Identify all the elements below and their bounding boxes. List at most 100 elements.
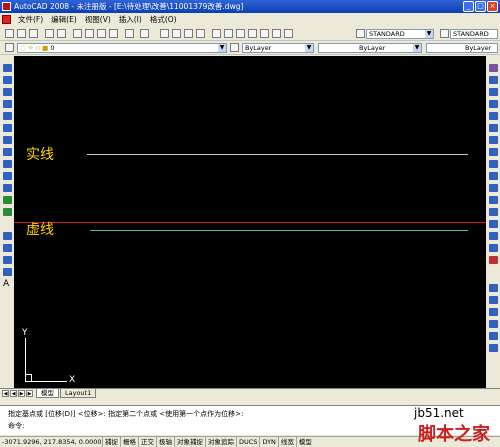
bring-front-icon[interactable] bbox=[489, 296, 498, 304]
linetype-select[interactable]: ByLayer ▼ bbox=[318, 43, 422, 53]
move-icon[interactable] bbox=[489, 124, 498, 132]
match-properties-icon[interactable] bbox=[109, 29, 118, 38]
fillet-icon[interactable] bbox=[489, 244, 498, 252]
tool-palettes-icon[interactable] bbox=[236, 29, 245, 38]
send-back-icon[interactable] bbox=[489, 308, 498, 316]
prev-tab-icon[interactable]: ◀ bbox=[10, 390, 17, 397]
markup-icon[interactable] bbox=[260, 29, 269, 38]
offset-icon[interactable] bbox=[489, 100, 498, 108]
first-tab-icon[interactable]: ◀ bbox=[2, 390, 9, 397]
send-under-icon[interactable] bbox=[489, 332, 498, 340]
grid-toggle[interactable]: 栅格 bbox=[120, 437, 138, 447]
menu-format[interactable]: 格式(O) bbox=[146, 14, 181, 25]
text-style-icon[interactable] bbox=[356, 29, 365, 38]
spline-icon[interactable] bbox=[3, 160, 12, 168]
draw-order-icon[interactable] bbox=[489, 284, 498, 292]
menu-view[interactable]: 视图(V) bbox=[81, 14, 115, 25]
zoom-window-icon[interactable] bbox=[184, 29, 193, 38]
document-icon[interactable] bbox=[2, 15, 11, 24]
text-front-icon[interactable] bbox=[489, 344, 498, 352]
polyline-icon[interactable] bbox=[3, 88, 12, 96]
break-icon[interactable] bbox=[489, 208, 498, 216]
menu-insert[interactable]: 插入(I) bbox=[115, 14, 146, 25]
scale-icon[interactable] bbox=[489, 148, 498, 156]
dim-style-select[interactable]: STANDARD bbox=[450, 29, 498, 39]
circle-icon[interactable] bbox=[3, 136, 12, 144]
layer-select[interactable]: ◌ ☼ ▫ ■ 0 ▼ bbox=[17, 43, 227, 53]
plot-preview-icon[interactable] bbox=[57, 29, 66, 38]
make-block-icon[interactable] bbox=[3, 208, 12, 216]
menu-file[interactable]: 文件(F) bbox=[14, 14, 47, 25]
model-toggle[interactable]: 模型 bbox=[295, 437, 314, 447]
gradient-icon[interactable] bbox=[3, 256, 12, 264]
red-guide-line[interactable] bbox=[14, 222, 486, 223]
construction-line-icon[interactable] bbox=[3, 76, 12, 84]
zoom-previous-icon[interactable] bbox=[196, 29, 205, 38]
open-file-icon[interactable] bbox=[17, 29, 26, 38]
rectangle-icon[interactable] bbox=[3, 112, 12, 120]
chamfer-icon[interactable] bbox=[489, 232, 498, 240]
stretch-icon[interactable] bbox=[489, 160, 498, 168]
tab-model[interactable]: 模型 bbox=[36, 389, 59, 398]
tab-layout1[interactable]: Layout1 bbox=[60, 389, 97, 398]
undo-icon[interactable] bbox=[125, 29, 134, 38]
multiline-text-icon[interactable]: A bbox=[3, 280, 12, 289]
ellipse-arc-icon[interactable] bbox=[3, 184, 12, 192]
ellipse-icon[interactable] bbox=[3, 172, 12, 180]
region-icon[interactable] bbox=[3, 268, 12, 276]
polygon-icon[interactable] bbox=[3, 100, 12, 108]
cut-icon[interactable] bbox=[73, 29, 82, 38]
print-icon[interactable] bbox=[45, 29, 54, 38]
array-icon[interactable] bbox=[489, 112, 498, 120]
text-style-select[interactable]: STANDARD ▼ bbox=[366, 29, 434, 39]
ducs-toggle[interactable]: DUCS bbox=[236, 437, 259, 447]
paste-icon[interactable] bbox=[97, 29, 106, 38]
make-current-icon[interactable] bbox=[230, 43, 239, 52]
close-button[interactable]: × bbox=[487, 1, 498, 12]
explode-icon[interactable] bbox=[489, 256, 498, 264]
lineweight-select[interactable]: ByLayer bbox=[426, 43, 498, 53]
lineweight-toggle[interactable]: 线宽 bbox=[277, 437, 296, 447]
point-icon[interactable] bbox=[3, 232, 12, 240]
pan-icon[interactable] bbox=[160, 29, 169, 38]
new-file-icon[interactable] bbox=[5, 29, 14, 38]
copy-icon[interactable] bbox=[85, 29, 94, 38]
break-at-point-icon[interactable] bbox=[489, 196, 498, 204]
help-icon[interactable] bbox=[284, 29, 293, 38]
mirror-icon[interactable] bbox=[489, 88, 498, 96]
color-select[interactable]: ByLayer ▼ bbox=[242, 43, 314, 53]
arc-icon[interactable] bbox=[3, 124, 12, 132]
insert-block-icon[interactable] bbox=[3, 196, 12, 204]
revision-cloud-icon[interactable] bbox=[3, 148, 12, 156]
trim-icon[interactable] bbox=[489, 172, 498, 180]
properties-icon[interactable] bbox=[212, 29, 221, 38]
rotate-icon[interactable] bbox=[489, 136, 498, 144]
bring-above-icon[interactable] bbox=[489, 320, 498, 328]
drawing-area[interactable]: 实线 虚线 Y X bbox=[14, 56, 486, 388]
dim-style-icon[interactable] bbox=[440, 29, 449, 38]
dashed-line[interactable] bbox=[90, 230, 468, 231]
line-icon[interactable] bbox=[3, 64, 12, 72]
menu-edit[interactable]: 编辑(E) bbox=[47, 14, 81, 25]
extend-icon[interactable] bbox=[489, 184, 498, 192]
design-center-icon[interactable] bbox=[224, 29, 233, 38]
redo-icon[interactable] bbox=[140, 29, 149, 38]
otrack-toggle[interactable]: 对象追踪 bbox=[205, 437, 236, 447]
join-icon[interactable] bbox=[489, 220, 498, 228]
command-prompt[interactable]: 命令: bbox=[8, 421, 24, 431]
solid-line[interactable] bbox=[87, 154, 468, 155]
minimize-button[interactable]: _ bbox=[463, 1, 474, 12]
save-icon[interactable] bbox=[29, 29, 38, 38]
snap-toggle[interactable]: 捕捉 bbox=[102, 437, 120, 447]
zoom-realtime-icon[interactable] bbox=[172, 29, 181, 38]
sheet-set-icon[interactable] bbox=[248, 29, 257, 38]
next-tab-icon[interactable]: ▶ bbox=[18, 390, 25, 397]
copy-object-icon[interactable] bbox=[489, 76, 498, 84]
osnap-toggle[interactable]: 对象捕捉 bbox=[174, 437, 205, 447]
erase-icon[interactable] bbox=[489, 64, 498, 72]
last-tab-icon[interactable]: ▶ bbox=[26, 390, 33, 397]
hatch-icon[interactable] bbox=[3, 244, 12, 252]
dyn-toggle[interactable]: DYN bbox=[259, 437, 277, 447]
polar-toggle[interactable]: 极轴 bbox=[156, 437, 174, 447]
calculator-icon[interactable] bbox=[272, 29, 281, 38]
